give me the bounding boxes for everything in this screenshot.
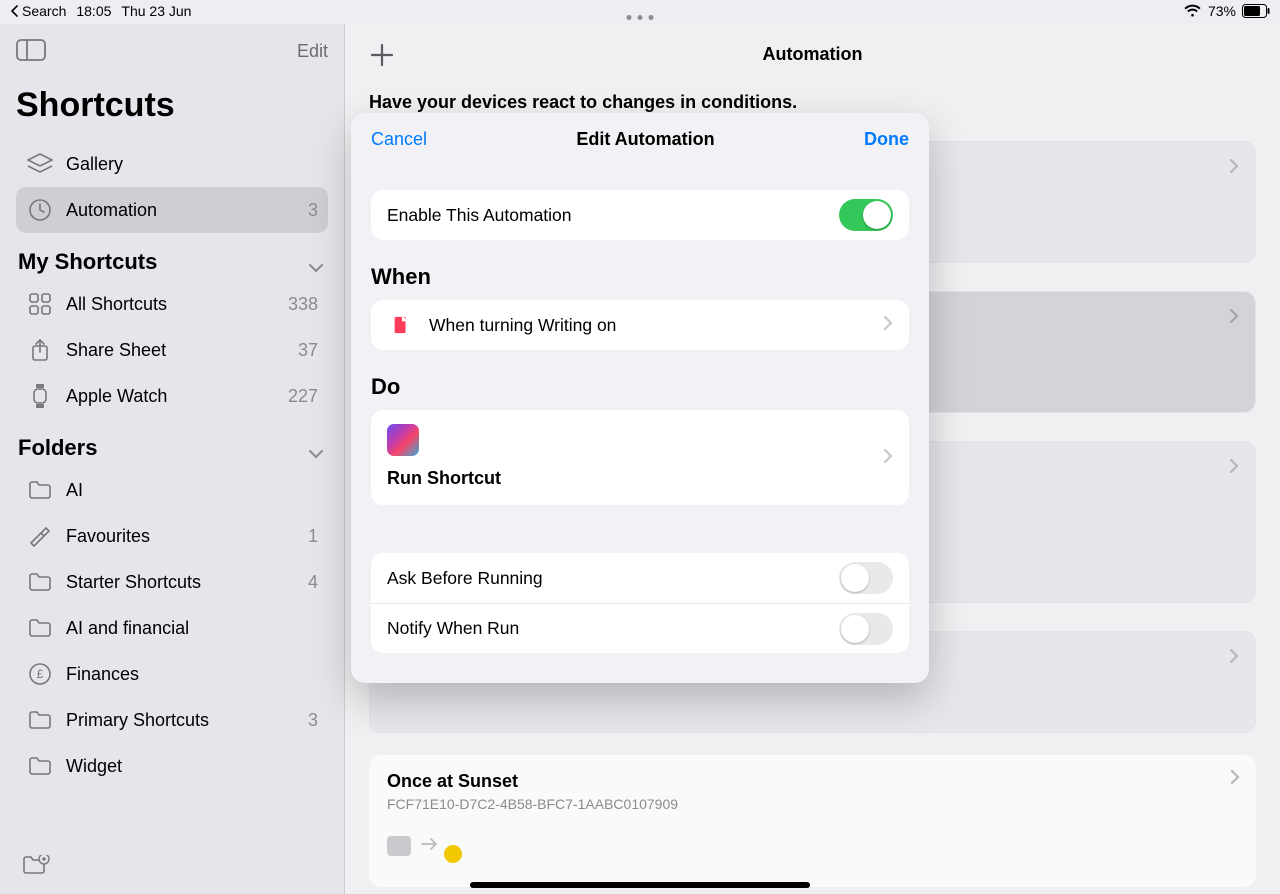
done-button[interactable]: Done [864,129,909,150]
focus-icon [387,311,415,339]
cell-label: When turning Writing on [429,315,616,336]
notify-when-run-row: Notify When Run [371,603,909,653]
when-section-title: When [371,264,909,290]
when-trigger-row[interactable]: When turning Writing on [371,300,909,350]
edit-automation-modal: Cancel Edit Automation Done Enable This … [351,113,929,683]
modal-title: Edit Automation [576,129,714,150]
ask-before-running-row: Ask Before Running [371,553,909,603]
ask-toggle[interactable] [839,562,893,594]
do-action-row[interactable]: Run Shortcut [371,410,909,505]
cell-label: Run Shortcut [387,468,501,488]
chevron-right-icon [883,448,893,469]
cancel-button[interactable]: Cancel [371,129,427,150]
enable-automation-row: Enable This Automation [371,190,909,240]
cell-label: Ask Before Running [387,568,543,589]
cell-label: Enable This Automation [387,205,572,226]
do-section-title: Do [371,374,909,400]
enable-toggle[interactable] [839,199,893,231]
cell-label: Notify When Run [387,618,519,639]
notify-toggle[interactable] [839,613,893,645]
chevron-right-icon [883,315,893,336]
shortcuts-app-icon [387,424,419,456]
home-indicator[interactable] [470,882,810,888]
